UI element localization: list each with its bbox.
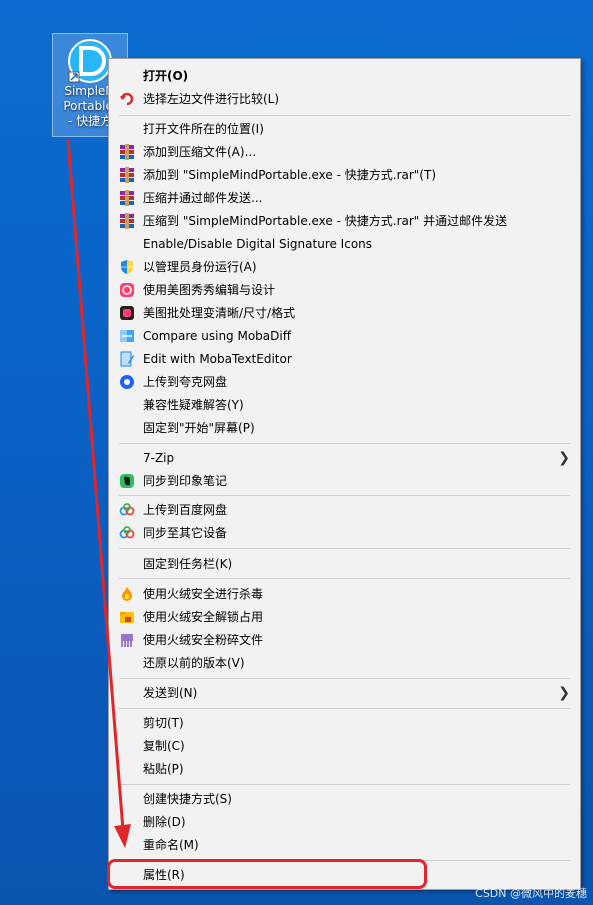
red-annotation-arrow (66, 139, 131, 848)
csdn-watermark: CSDN @微风中的麦穗 (475, 887, 587, 900)
